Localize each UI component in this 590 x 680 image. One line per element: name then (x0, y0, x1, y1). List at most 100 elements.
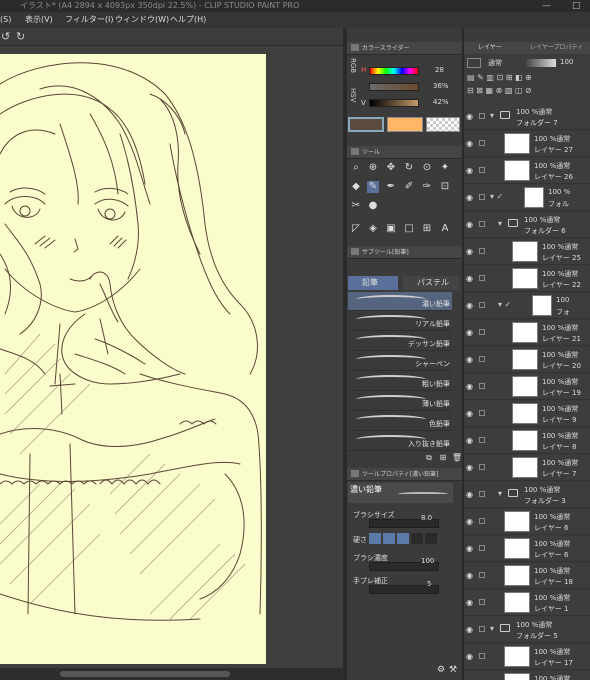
layer-row[interactable]: ◉ 100 %通常 レイヤー 20 (464, 347, 590, 373)
eraser-tool-icon[interactable]: ◆ (350, 181, 362, 193)
layer-lock-checkbox[interactable] (479, 599, 485, 605)
layer-lock-checkbox[interactable] (479, 221, 485, 227)
visibility-eye-icon[interactable]: ◉ (466, 463, 473, 472)
visibility-eye-icon[interactable]: ◉ (466, 220, 473, 229)
rgb-tab[interactable]: RGB (348, 58, 357, 86)
folder-row[interactable]: ◉ ▾ 100 %通常 フォルダー 5 (464, 617, 590, 643)
canvas-area[interactable] (0, 46, 343, 668)
tool-property-panel-header[interactable]: ツールプロパティ[濃い鉛筆] (347, 468, 462, 481)
decoration-tool-icon[interactable]: ✂ (350, 200, 362, 212)
sub-tool-tab-pastel[interactable]: パステル (403, 276, 459, 290)
text-tool-icon[interactable]: A (439, 223, 451, 235)
gradient-tool-icon[interactable]: ▣ (385, 223, 397, 235)
hardness-level[interactable] (425, 533, 437, 544)
folder-expand-icon[interactable]: ▾ (490, 624, 494, 633)
layer-row[interactable]: ◉ 100 %通常 レイヤー 6 (464, 509, 590, 535)
layer-lock-checkbox[interactable] (479, 356, 485, 362)
scrollbar-thumb[interactable] (60, 671, 230, 677)
layer-row[interactable]: ◉ 100 %通常 レイヤー 8 (464, 428, 590, 454)
blend-tool-icon[interactable]: ● (367, 200, 379, 212)
pen-tool-icon[interactable]: ✒ (385, 181, 397, 193)
redo-icon[interactable]: ↻ (16, 30, 25, 43)
layer-row[interactable]: ◉ 100 %通常 レイヤー 22 (464, 266, 590, 292)
brush-item-dark-pencil[interactable]: 濃い鉛筆 (348, 292, 452, 311)
layer-lock-checkbox[interactable] (479, 113, 485, 119)
layer-lock-checkbox[interactable] (479, 491, 485, 497)
new-subtool-icon[interactable]: ⊞ (437, 452, 449, 464)
visibility-eye-icon[interactable]: ◉ (466, 436, 473, 445)
main-color-swatch[interactable] (348, 117, 384, 132)
layer-lock-checkbox[interactable] (479, 626, 485, 632)
layer-lock-checkbox[interactable] (479, 653, 485, 659)
brush-tool-icon[interactable]: ✐ (403, 181, 415, 193)
ruler-tool-icon[interactable]: ◸ (350, 223, 362, 235)
sub-color-swatch[interactable] (387, 117, 423, 132)
eyedropper-tool-icon[interactable]: ✑ (421, 181, 433, 193)
menu-item-window[interactable]: ウィンドウ(W) (115, 12, 169, 28)
visibility-eye-icon[interactable]: ◉ (466, 193, 473, 202)
operation-tool-icon[interactable]: ⊕ (367, 162, 379, 174)
folder-row[interactable]: ◉ ▾ 100 %通常 フォルダー 7 (464, 104, 590, 130)
layer-row[interactable]: ◉ 100 %通常 レイヤー 7 (464, 455, 590, 481)
magic-wand-icon[interactable]: ✦ (439, 162, 451, 174)
layer-lock-checkbox[interactable] (479, 410, 485, 416)
menu-item-help[interactable]: ヘルプ(H) (170, 12, 206, 28)
move-tool-icon[interactable]: ✥ (385, 162, 397, 174)
folder-row[interactable]: ◉ ▾ ✓ 100 % フォル (464, 185, 590, 211)
layer-row[interactable]: ◉ 100 %通常 レイヤー 17 (464, 644, 590, 670)
layer-row[interactable]: ◉ 100 %通常 レイヤー 9 (464, 401, 590, 427)
visibility-eye-icon[interactable]: ◉ (466, 139, 473, 148)
layer-lock-checkbox[interactable] (479, 383, 485, 389)
tool-settings-icon[interactable]: ⚙ (435, 664, 447, 676)
layer-lock-checkbox[interactable] (479, 302, 485, 308)
maximize-button[interactable]: □ (572, 0, 581, 12)
hue-slider[interactable] (369, 67, 419, 75)
brush-item-sketch-pencil[interactable]: デッサン鉛筆 (348, 332, 452, 351)
canvas-horizontal-scrollbar[interactable] (0, 668, 343, 680)
layer-row[interactable]: ◉ 100 %通常 レイヤー 25 (464, 239, 590, 265)
layer-lock-checkbox[interactable] (479, 140, 485, 146)
minimize-button[interactable]: — (542, 0, 551, 12)
folder-expand-icon[interactable]: ▾ ✓ (498, 300, 511, 309)
brush-item-rough-pencil[interactable]: 粗い鉛筆 (348, 372, 452, 391)
layer-row[interactable]: ◉ 100 %通常 レイヤー 27 (464, 131, 590, 157)
layer-row[interactable]: ◉ 100 %通常 レイヤー 21 (464, 320, 590, 346)
hardness-level[interactable] (369, 533, 381, 544)
layer-toolbar-icons[interactable]: ▤ ✎ ▥ ⊡ ⊞ ◧ ⊕ (467, 73, 532, 82)
visibility-eye-icon[interactable]: ◉ (466, 328, 473, 337)
color-slider-panel-header[interactable]: カラースライダー (347, 42, 462, 55)
folder-expand-icon[interactable]: ▾ (490, 111, 494, 120)
sub-tool-tab-pencil[interactable]: 鉛筆 (348, 276, 398, 290)
lasso-tool-icon[interactable]: ⊙ (421, 162, 433, 174)
visibility-eye-icon[interactable]: ◉ (466, 355, 473, 364)
folder-row[interactable]: ◉ ▾ 100 %通常 フォルダー 3 (464, 482, 590, 508)
sub-tool-panel-header[interactable]: サブツール[鉛筆] (347, 246, 462, 259)
layer-lock-checkbox[interactable] (479, 437, 485, 443)
frame-tool-icon[interactable]: ⊞ (421, 223, 433, 235)
visibility-eye-icon[interactable]: ◉ (466, 112, 473, 121)
layer-lock-checkbox[interactable] (479, 194, 485, 200)
brush-item-color-pencil[interactable]: 色鉛筆 (348, 412, 452, 431)
visibility-eye-icon[interactable]: ◉ (466, 166, 473, 175)
figure-tool-icon[interactable]: □ (403, 223, 415, 235)
visibility-eye-icon[interactable]: ◉ (466, 382, 473, 391)
hardness-selector[interactable] (369, 533, 441, 544)
folder-expand-icon[interactable]: ▾ (498, 489, 502, 498)
hardness-level[interactable] (397, 533, 409, 544)
layer-lock-checkbox[interactable] (479, 275, 485, 281)
menu-item-filter[interactable]: フィルター(I) (65, 12, 113, 28)
visibility-eye-icon[interactable]: ◉ (466, 301, 473, 310)
brush-item-light-pencil[interactable]: 薄い鉛筆 (348, 392, 452, 411)
wrench-icon[interactable]: ⚒ (447, 664, 459, 676)
hardness-level[interactable] (411, 533, 423, 544)
visibility-eye-icon[interactable]: ◉ (466, 625, 473, 634)
layer-lock-checkbox[interactable] (479, 545, 485, 551)
layer-row[interactable]: ◉ 100 %通常 レイヤー 18 (464, 563, 590, 589)
zoom-tool-icon[interactable]: ⌕ (350, 162, 362, 174)
menu-item-view[interactable]: 表示(V) (25, 12, 53, 28)
layer-lock-checkbox[interactable] (479, 167, 485, 173)
visibility-eye-icon[interactable]: ◉ (466, 571, 473, 580)
folder-expand-icon[interactable]: ▾ (498, 219, 502, 228)
brush-item-taper-pencil[interactable]: 入り抜き鉛筆 (348, 432, 452, 451)
layer-row[interactable]: ◉ 100 %通常 レイヤー 26 (464, 158, 590, 184)
